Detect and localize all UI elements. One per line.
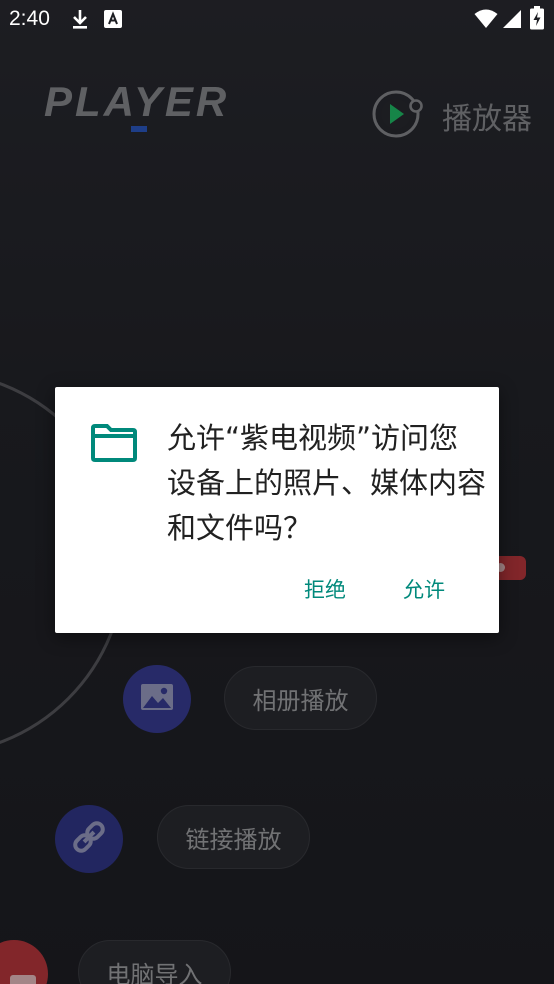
- deny-button[interactable]: 拒绝: [304, 574, 346, 604]
- wifi-icon: [474, 9, 498, 33]
- folder-icon: [90, 423, 138, 467]
- allow-button[interactable]: 允许: [403, 574, 445, 604]
- dialog-message: 允许“紫电视频”访问您设备上的照片、媒体内容和文件吗？: [167, 421, 487, 545]
- status-time: 2:40: [9, 7, 50, 30]
- cellular-signal-icon: [502, 9, 522, 33]
- battery-charging-icon: [530, 6, 544, 34]
- status-bar: 2:40: [0, 0, 554, 38]
- a-notification-icon: [104, 10, 122, 32]
- permission-dialog: 允许“紫电视频”访问您设备上的照片、媒体内容和文件吗？ 拒绝 允许: [55, 387, 499, 633]
- download-icon: [70, 8, 90, 34]
